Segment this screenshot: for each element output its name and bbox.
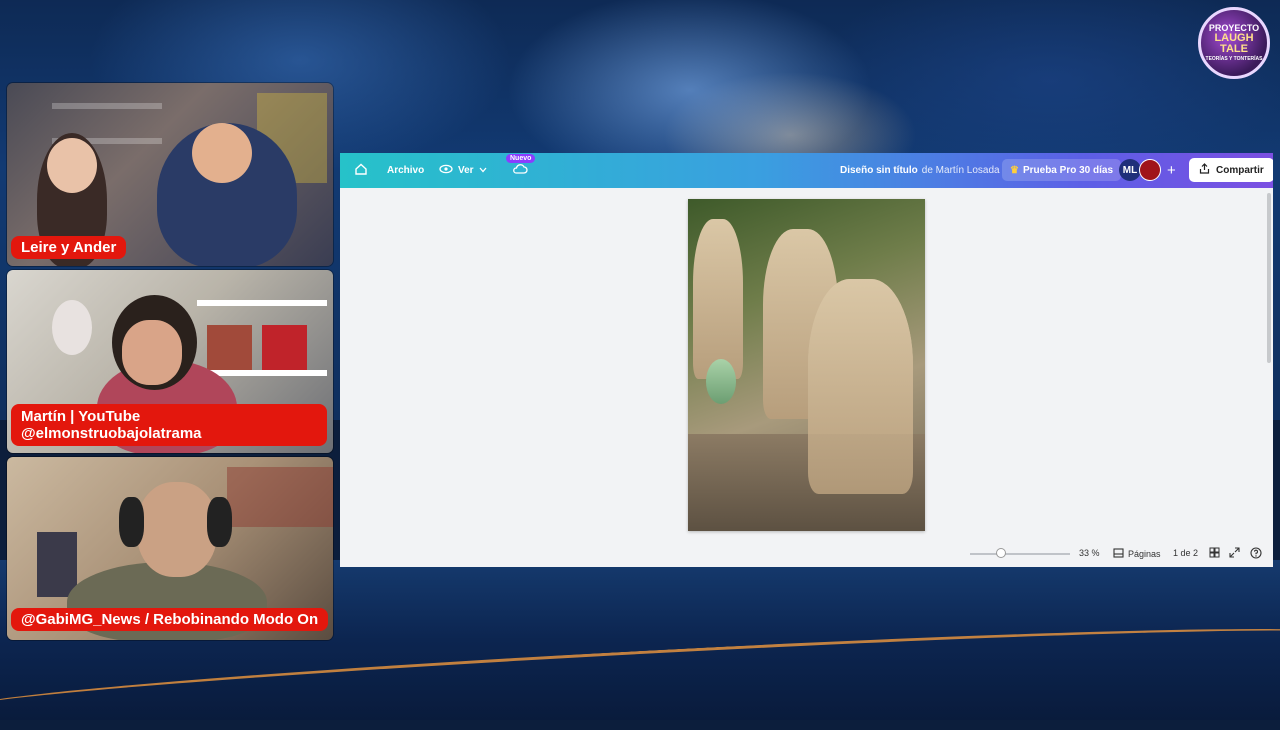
home-icon bbox=[354, 162, 368, 179]
save-status-button[interactable] bbox=[512, 153, 528, 188]
fullscreen-icon[interactable] bbox=[1229, 547, 1240, 561]
document-title-text: Diseño sin título bbox=[840, 165, 918, 176]
canva-editor-window: Archivo Ver Nuevo Diseño sin título de M… bbox=[340, 153, 1273, 567]
zoom-level[interactable]: 33 % bbox=[1079, 548, 1100, 558]
crown-icon: ♛ bbox=[1010, 164, 1019, 176]
menu-ver[interactable]: Ver bbox=[439, 153, 487, 188]
share-label: Compartir bbox=[1216, 164, 1264, 176]
design-page[interactable] bbox=[688, 199, 925, 531]
grid-view-icon[interactable] bbox=[1209, 547, 1220, 561]
nameplate-cam-3: @GabiMG_News / Rebobinando Modo On bbox=[11, 608, 329, 631]
add-collaborator-button[interactable]: + bbox=[1167, 153, 1176, 188]
home-button[interactable] bbox=[354, 153, 368, 188]
vertical-scrollbar[interactable] bbox=[1267, 193, 1271, 363]
document-owner: de Martín Losada bbox=[921, 165, 1000, 176]
share-icon bbox=[1199, 163, 1210, 177]
zoom-slider[interactable] bbox=[970, 553, 1070, 555]
pages-label: Páginas bbox=[1128, 549, 1161, 559]
cloud-sync-icon bbox=[512, 163, 528, 178]
nameplate-cam-2: Martín | YouTube @elmonstruobajolatrama bbox=[11, 404, 327, 446]
avatar[interactable]: ML bbox=[1119, 159, 1141, 181]
canva-topbar: Archivo Ver Nuevo Diseño sin título de M… bbox=[340, 153, 1273, 188]
help-icon[interactable] bbox=[1250, 547, 1262, 562]
pro-trial-button[interactable]: ♛ Prueba Pro 30 días bbox=[1002, 159, 1122, 181]
channel-logo: PROYECTO LAUGH TALE TEORÍAS Y TONTERÍAS bbox=[1198, 7, 1270, 79]
document-title[interactable]: Diseño sin título de Martín Losada bbox=[840, 153, 1000, 188]
chevron-down-icon bbox=[479, 165, 487, 176]
nameplate-cam-1: Leire y Ander bbox=[11, 236, 127, 259]
plus-icon: + bbox=[1167, 162, 1176, 179]
zoom-slider-thumb[interactable] bbox=[996, 548, 1006, 558]
pages-button[interactable]: Páginas bbox=[1113, 548, 1161, 560]
menu-archivo[interactable]: Archivo bbox=[387, 153, 424, 188]
eye-icon bbox=[439, 164, 453, 177]
pages-icon bbox=[1113, 548, 1124, 560]
logo-line-3: TEORÍAS Y TONTERÍAS bbox=[1205, 56, 1263, 62]
logo-line-2: LAUGH TALE bbox=[1214, 32, 1254, 55]
nameplate-cam-2-line-2: @elmonstruobajolatrama bbox=[21, 425, 202, 442]
page-count: 1 de 2 bbox=[1173, 548, 1199, 558]
pro-trial-label: Prueba Pro 30 días bbox=[1022, 164, 1114, 176]
menu-ver-label: Ver bbox=[458, 165, 474, 176]
canva-bottombar: 33 % Páginas 1 de 2 bbox=[340, 543, 1273, 565]
share-button[interactable]: Compartir bbox=[1189, 158, 1273, 182]
nameplate-cam-2-line-1: Martín | YouTube bbox=[21, 408, 141, 425]
avatar-secondary[interactable] bbox=[1139, 159, 1161, 181]
